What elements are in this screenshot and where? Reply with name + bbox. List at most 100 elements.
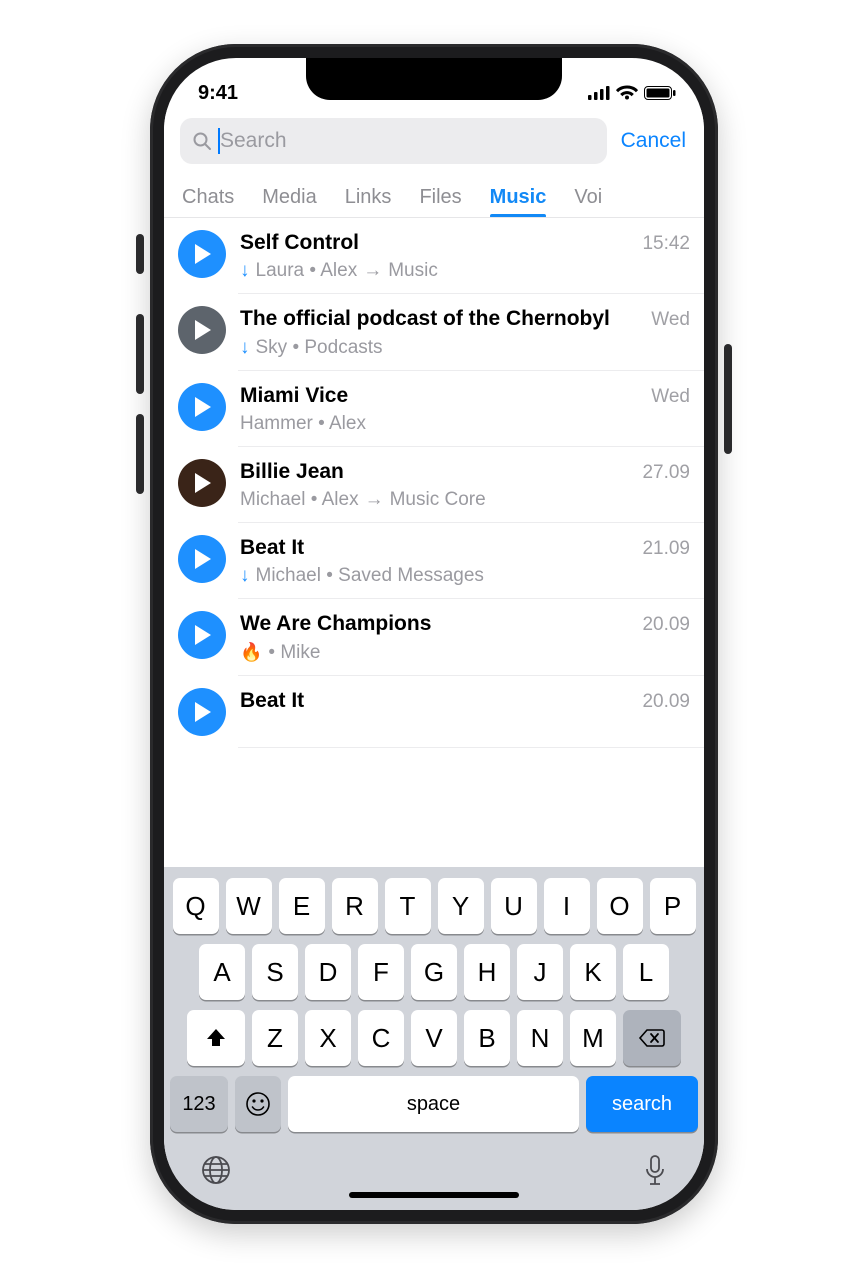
text-cursor: [218, 128, 220, 154]
key-g[interactable]: G: [411, 944, 457, 1000]
key-x[interactable]: X: [305, 1010, 351, 1066]
phone-frame: 9:41: [150, 44, 718, 1224]
key-h[interactable]: H: [464, 944, 510, 1000]
key-w[interactable]: W: [226, 878, 272, 934]
key-m[interactable]: M: [570, 1010, 616, 1066]
search-header: Cancel: [164, 110, 704, 176]
wifi-icon: [616, 85, 638, 101]
track-title: Miami Vice: [240, 383, 348, 409]
power-button[interactable]: [724, 344, 732, 454]
track-title: The official podcast of the Chernobyl: [240, 306, 610, 332]
timestamp: Wed: [651, 386, 690, 408]
volume-down-button[interactable]: [136, 414, 144, 494]
list-item[interactable]: Beat It 20.09: [164, 676, 704, 748]
key-j[interactable]: J: [517, 944, 563, 1000]
forward-arrow-icon: →: [363, 260, 382, 282]
cellular-signal-icon: [588, 86, 610, 100]
download-arrow-icon: ↓: [240, 337, 250, 359]
list-item[interactable]: Miami ViceWedHammer • Alex: [164, 371, 704, 447]
timestamp: 20.09: [642, 691, 690, 713]
key-k[interactable]: K: [570, 944, 616, 1000]
track-subtitle: Michael • Alex→Music Core: [240, 489, 690, 511]
timestamp: 15:42: [642, 233, 690, 255]
key-n[interactable]: N: [517, 1010, 563, 1066]
key-o[interactable]: O: [597, 878, 643, 934]
track-title: Beat It: [240, 688, 304, 714]
track-title: Beat It: [240, 535, 304, 561]
play-button[interactable]: [178, 383, 226, 431]
key-y[interactable]: Y: [438, 878, 484, 934]
play-button[interactable]: [178, 611, 226, 659]
key-c[interactable]: C: [358, 1010, 404, 1066]
tab-music[interactable]: Music: [490, 178, 547, 217]
category-tabs: Chats Media Links Files Music Voi: [164, 176, 704, 218]
timestamp: 27.09: [642, 462, 690, 484]
key-i[interactable]: I: [544, 878, 590, 934]
download-arrow-icon: ↓: [240, 260, 250, 282]
track-title: We Are Champions: [240, 611, 431, 637]
play-button[interactable]: [178, 688, 226, 736]
space-key[interactable]: space: [288, 1076, 579, 1132]
emoji-icon: 🔥: [240, 642, 262, 663]
backspace-key[interactable]: [623, 1010, 681, 1066]
forward-arrow-icon: →: [365, 489, 384, 511]
search-field[interactable]: [180, 118, 607, 164]
key-l[interactable]: L: [623, 944, 669, 1000]
list-item[interactable]: We Are Champions 20.09 🔥 • Mike: [164, 599, 704, 675]
list-item[interactable]: Billie Jean 27.09 Michael • Alex→Music Cor…: [164, 447, 704, 523]
mute-switch[interactable]: [136, 234, 144, 274]
key-z[interactable]: Z: [252, 1010, 298, 1066]
ios-keyboard: QWERTYUIOP ASDFGHJKL ZXCVBNM 123: [164, 867, 704, 1210]
home-indicator[interactable]: [349, 1192, 519, 1198]
list-item[interactable]: The official podcast of the Chernobyl Wed…: [164, 294, 704, 370]
key-e[interactable]: E: [279, 878, 325, 934]
list-item[interactable]: Beat It 21.09 ↓Michael • Saved Messages: [164, 523, 704, 599]
key-r[interactable]: R: [332, 878, 378, 934]
status-time: 9:41: [198, 82, 238, 105]
track-title: Self Control: [240, 230, 359, 256]
tab-chats[interactable]: Chats: [182, 178, 234, 217]
play-button[interactable]: [178, 306, 226, 354]
search-input[interactable]: [220, 129, 595, 153]
key-q[interactable]: Q: [173, 878, 219, 934]
play-button[interactable]: [178, 535, 226, 583]
key-d[interactable]: D: [305, 944, 351, 1000]
tab-files[interactable]: Files: [419, 178, 461, 217]
timestamp: 21.09: [642, 538, 690, 560]
music-list[interactable]: Self Control 15:42 ↓Laura • Alex→Music The …: [164, 218, 704, 748]
separator: [238, 747, 704, 748]
globe-icon[interactable]: [200, 1154, 232, 1186]
battery-icon: [644, 86, 676, 100]
key-f[interactable]: F: [358, 944, 404, 1000]
key-b[interactable]: B: [464, 1010, 510, 1066]
tab-media[interactable]: Media: [262, 178, 316, 217]
keyboard-search-key[interactable]: search: [586, 1076, 698, 1132]
download-arrow-icon: ↓: [240, 565, 250, 587]
tab-voi[interactable]: Voi: [574, 178, 602, 217]
timestamp: 20.09: [642, 614, 690, 636]
tab-links[interactable]: Links: [345, 178, 392, 217]
track-subtitle: ↓Michael • Saved Messages: [240, 565, 690, 587]
key-a[interactable]: A: [199, 944, 245, 1000]
emoji-key[interactable]: [235, 1076, 281, 1132]
play-button[interactable]: [178, 230, 226, 278]
timestamp: Wed: [651, 309, 690, 331]
cancel-button[interactable]: Cancel: [619, 125, 688, 157]
track-subtitle: ↓Laura • Alex→Music: [240, 260, 690, 282]
track-title: Billie Jean: [240, 459, 344, 485]
shift-key[interactable]: [187, 1010, 245, 1066]
search-icon: [192, 131, 212, 151]
microphone-icon[interactable]: [642, 1154, 668, 1188]
key-t[interactable]: T: [385, 878, 431, 934]
list-item[interactable]: Self Control 15:42 ↓Laura • Alex→Music: [164, 218, 704, 294]
track-subtitle: 🔥 • Mike: [240, 642, 690, 664]
key-u[interactable]: U: [491, 878, 537, 934]
play-button[interactable]: [178, 459, 226, 507]
key-v[interactable]: V: [411, 1010, 457, 1066]
key-s[interactable]: S: [252, 944, 298, 1000]
notch: [306, 58, 562, 100]
screen: 9:41: [164, 58, 704, 1210]
volume-up-button[interactable]: [136, 314, 144, 394]
numbers-key[interactable]: 123: [170, 1076, 228, 1132]
key-p[interactable]: P: [650, 878, 696, 934]
